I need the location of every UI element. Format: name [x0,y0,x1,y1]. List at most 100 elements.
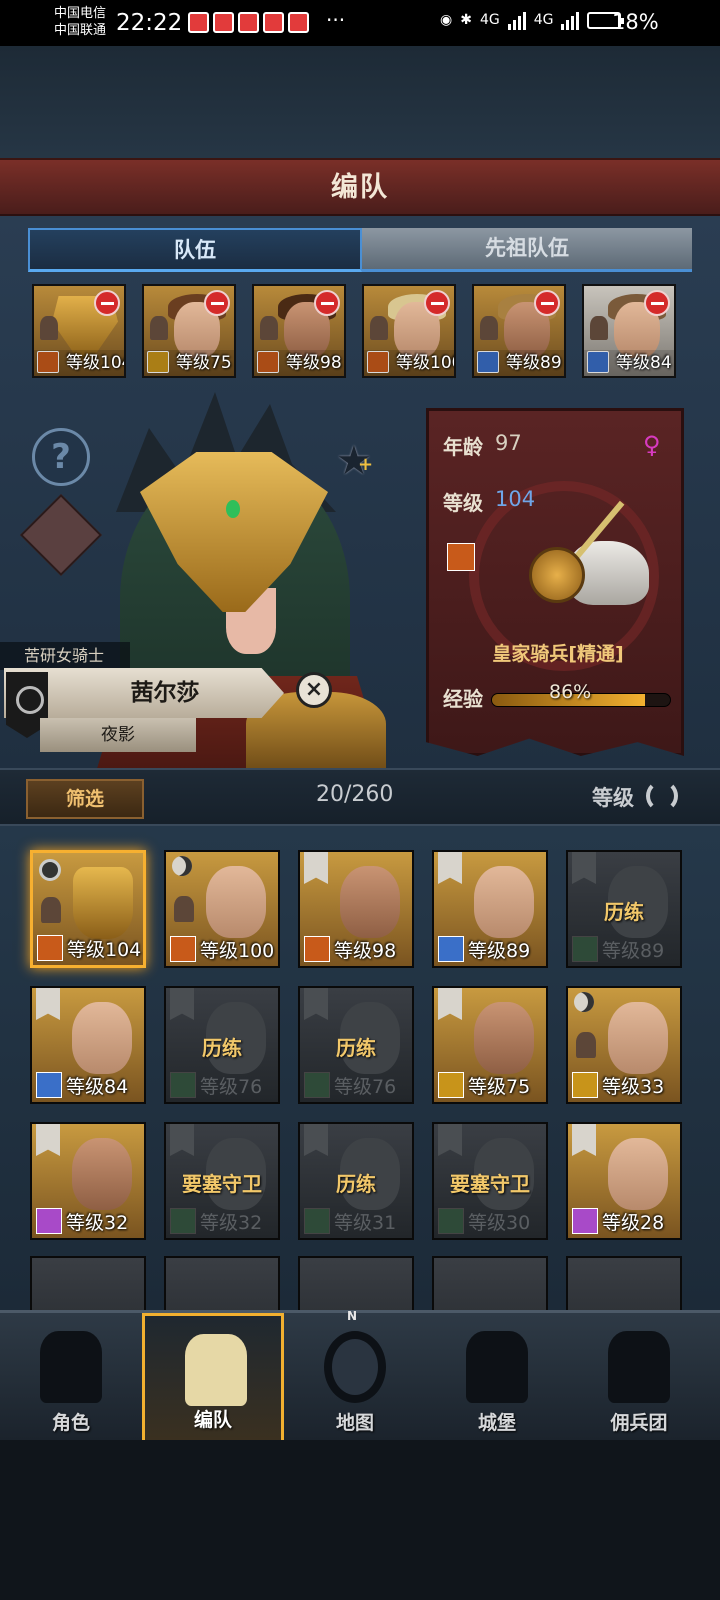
roster-card[interactable]: 等级28 [566,1122,682,1240]
carrier-labels: 中国电信 中国联通 [54,5,106,39]
help-button[interactable]: ? [32,428,90,486]
pawn-icon [40,316,58,340]
portrait [73,867,133,939]
nav-character[interactable]: 角色 [0,1313,142,1443]
roster-card[interactable]: 要塞守卫等级32 [164,1122,280,1240]
squad-slot[interactable]: 等级98 [252,284,346,378]
remove-icon[interactable] [94,290,120,316]
pawn-icon [590,316,608,340]
portrait [474,866,534,938]
helmet-icon [185,1334,247,1406]
roster-card[interactable] [298,1256,414,1310]
nav-label: 编队 [193,1409,232,1431]
castle-icon [466,1331,528,1403]
remove-icon[interactable] [644,290,670,316]
age-value: 97 [495,431,522,455]
slot-level: 等级98 [254,350,344,376]
roster-card[interactable]: 历练 等级76 [164,986,280,1104]
remove-icon[interactable] [314,290,340,316]
squad-row: 等级104 等级75 等级98 等级100 等级89 等级84 [32,284,692,378]
tab-team[interactable]: 队伍 [28,228,362,272]
sort-label[interactable]: 等级 [592,782,634,812]
nav-label: 佣兵团 [610,1412,668,1434]
level-label: 等级 [443,491,483,515]
tab-ancestor-team[interactable]: 先祖队伍 [362,228,692,272]
hero-gem [226,500,240,518]
signal-icon [507,10,526,30]
roster-card[interactable]: 等级98 [298,850,414,968]
banner-flag-icon [438,1124,462,1156]
pawn-icon [174,896,194,922]
squad-slot[interactable]: 等级104 [32,284,126,378]
portrait [608,1002,668,1074]
network-type-1: 4G [479,12,500,28]
sort-refresh-icon[interactable] [646,780,678,812]
portrait [72,1002,132,1074]
roster-card[interactable]: 等级84 [30,986,146,1104]
banner-flag-icon [438,852,462,884]
squad-slot[interactable]: 等级89 [472,284,566,378]
card-level: 等级32 [200,1212,263,1234]
banner-flag-icon [304,1124,328,1156]
nav-formation[interactable]: 编队 [142,1313,284,1443]
notification-icon [288,12,309,33]
squad-slot[interactable]: 等级84 [582,284,676,378]
roster-grid: 等级104 等级100 等级98 等级89 历练 等级89 等级84 历练 等级76 历练 等级76… [0,826,720,1310]
banner-flag-icon [304,988,328,1020]
slot-level: 等级100 [364,350,454,376]
card-level: 等级98 [334,940,397,962]
bottom-nav: 角色 编队 N 地图 城堡 佣兵团 [0,1309,720,1443]
filter-button[interactable]: 筛选 [26,779,144,819]
compass-map-icon [324,1331,386,1403]
nav-map[interactable]: N 地图 [284,1309,426,1443]
roster-card[interactable]: 等级33 [566,986,682,1104]
roster-card[interactable]: 历练 等级89 [566,850,682,968]
roster-card[interactable]: 等级100 [164,850,280,968]
banner-flag-icon [572,1124,596,1156]
roster-card[interactable]: 等级32 [30,1122,146,1240]
remove-icon[interactable] [204,290,230,316]
nav-label: 地图 [335,1412,374,1434]
page-title: 编队 [331,172,389,203]
notification-icon [188,12,209,33]
roster-card[interactable] [164,1256,280,1310]
age-label: 年龄 [443,435,483,459]
mounted-unit-illustration [529,500,649,621]
roster-card[interactable] [432,1256,548,1310]
card-level: 等级28 [602,1212,665,1234]
roster-card[interactable] [30,1256,146,1310]
battery-percentage: 18% [612,10,659,34]
level-value: 104 [495,487,536,511]
nav-castle[interactable]: 城堡 [426,1313,568,1443]
roster-card[interactable]: 等级104 [30,850,146,968]
close-icon[interactable]: × [296,672,332,708]
notification-icon [213,12,234,33]
roster-card[interactable]: 要塞守卫 等级30 [432,1122,548,1240]
unit-view-button[interactable] [19,493,103,577]
cavalry-class-icon [447,543,475,571]
card-level: 等级32 [66,1212,129,1234]
roster-card[interactable] [566,1256,682,1310]
pawn-icon [370,316,388,340]
remove-icon[interactable] [424,290,450,316]
assignment-status: 历练 [336,1172,376,1196]
roster-card[interactable]: 等级89 [432,850,548,968]
nav-mercenary[interactable]: 佣兵团 [568,1313,710,1443]
assignment-status: 要塞守卫 [182,1172,262,1196]
card-level: 等级76 [334,1076,397,1098]
roster-card[interactable]: 历练 等级76 [298,986,414,1104]
notification-icon [238,12,259,33]
roster-card[interactable]: 历练 等级31 [298,1122,414,1240]
banner-flag-icon [438,988,462,1020]
pawn-icon [480,316,498,340]
assignment-status: 要塞守卫 [450,1172,530,1196]
remove-icon[interactable] [534,290,560,316]
nav-label: 角色 [51,1412,90,1434]
roster-card[interactable]: 等级75 [432,986,548,1104]
squad-slot[interactable]: 等级100 [362,284,456,378]
squad-slot[interactable]: 等级75 [142,284,236,378]
pawn-icon [260,316,278,340]
notification-icon [263,12,284,33]
hero-name[interactable]: 茜尔莎 [80,672,250,714]
portrait [340,866,400,938]
